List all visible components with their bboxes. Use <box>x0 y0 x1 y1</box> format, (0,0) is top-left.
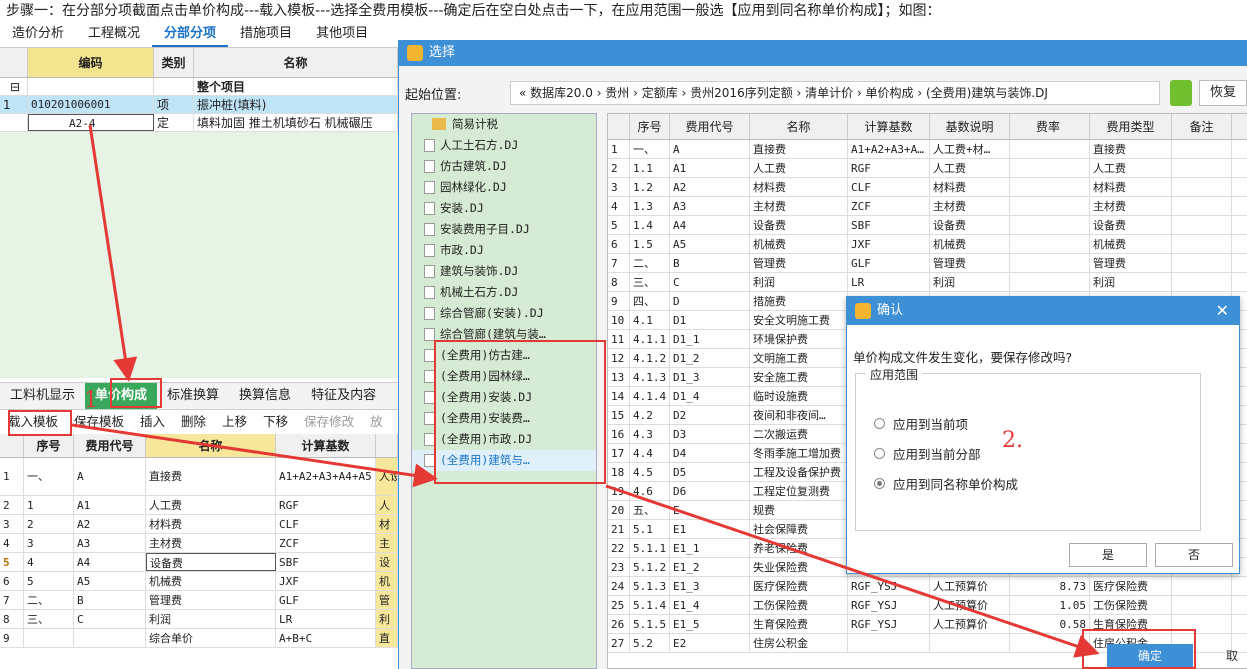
annotation-arrows <box>71 124 1100 658</box>
annotation-step2: 2. <box>1002 428 1023 453</box>
annotation-step1: 1 <box>84 388 98 413</box>
arrow-to-template-list <box>71 423 438 488</box>
arrow-to-ok <box>605 484 1100 658</box>
arrow-to-unit-price-tab <box>88 124 138 382</box>
